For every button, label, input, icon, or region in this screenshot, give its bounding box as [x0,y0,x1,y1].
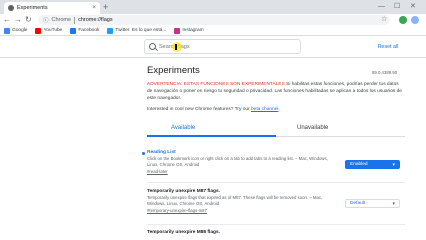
chevron-down-icon: ▾ [392,200,395,207]
bookmark-facebook[interactable]: Facebook [70,27,100,34]
back-button[interactable]: ← [3,15,11,25]
search-box[interactable] [144,39,301,54]
beta-promo: Interested in cool new Chrome features? … [147,107,280,112]
bookmark-label: Google [12,28,28,33]
page-title: Experiments [147,65,200,76]
tab-title: Experiments [17,5,48,11]
flag-divider [147,224,405,225]
flag-state-select[interactable]: Default ▾ [345,199,400,208]
beta-promo-end: . [278,107,280,112]
flag-item: Temporarily unexpire M88 flags. [147,230,405,235]
warning-text: ADVERTENCIA: ESTAS FUNCIONES SON EXPERIM… [147,81,405,102]
flag-state-value: Default [350,201,366,206]
youtube-icon [35,27,42,34]
tab-available[interactable]: Available [171,125,195,131]
flag-item: Reading List Click on the Bookmark icon … [142,150,405,174]
flag-name: Temporarily unexpire M87 flags. [147,189,220,194]
address-separator [74,16,76,24]
flag-name: Reading List [147,150,176,155]
mouse-highlight [172,42,182,52]
search-icon [149,43,156,50]
reset-all-button[interactable]: Reset all [374,42,402,52]
beta-promo-text: Interested in cool new Chrome features? … [147,107,251,112]
flag-item: Temporarily unexpire M87 flags. Temporar… [147,189,405,213]
bookmark-label: YouTube [43,28,63,33]
flag-anchor-link[interactable]: #read-later [147,169,405,174]
flag-anchor-link[interactable]: #temporary-unexpire-flags-m87 [147,208,405,213]
browser-tab[interactable]: Experiments × [4,2,100,14]
tab-close-button[interactable]: × [92,5,96,11]
instagram-icon [174,27,181,34]
bookmark-youtube[interactable]: YouTube [35,27,63,34]
warning-heading: ADVERTENCIA: ESTAS FUNCIONES SON EXPERIM… [147,82,285,87]
maximize-button[interactable]: ☐ [394,2,400,12]
bookmark-label: Facebook [78,28,100,33]
flag-state-value: Enabled [350,162,368,167]
extension-icon[interactable] [399,16,407,24]
flag-description: Click on the Bookmark icon or right clic… [147,156,328,167]
bookmark-star-icon[interactable]: ☆ [381,15,387,25]
profile-avatar[interactable] [411,16,419,24]
active-tab-indicator [147,135,276,137]
beta-channel-link[interactable]: beta channel [251,107,278,112]
bookmark-label: Twitter. Es lo que está... [115,28,167,33]
bookmark-google[interactable]: Google [4,27,28,34]
facebook-icon [70,27,77,34]
address-bar[interactable]: ⓘ Chrome chrome://flags [38,15,390,25]
enabled-dot-icon [142,152,145,155]
flags-tabs: Available Unavailable [147,122,405,137]
close-window-button[interactable]: ✕ [410,2,416,12]
flags-header: Reset all [0,36,426,58]
bookmark-instagram[interactable]: Instagram [174,27,204,34]
chrome-info-icon: ⓘ [43,18,49,24]
chevron-down-icon: ▾ [392,161,395,168]
text-cursor-icon [175,44,177,50]
flag-description: Temporarily unexpire flags that expired … [147,195,323,206]
flag-divider [147,182,405,183]
bookmarks-bar: Google YouTube Facebook Twitter. Es lo q… [0,26,426,36]
address-url[interactable]: chrome://flags [78,17,113,23]
new-tab-button[interactable]: + [103,2,108,12]
google-icon [4,27,10,34]
tab-unavailable[interactable]: Unavailable [297,125,328,131]
bookmark-label: Instagram [182,28,204,33]
browser-toolbar: ← → ↻ ⓘ Chrome chrome://flags ☆ [0,14,426,26]
reload-button[interactable]: ↻ [25,15,32,25]
version-label: 89.0.4389.90 [372,70,398,75]
minimize-button[interactable]: — [378,2,385,12]
title-bar: Experiments × + — ☐ ✕ [0,0,426,14]
flask-icon [8,5,14,11]
bookmark-twitter[interactable]: Twitter. Es lo que está... [107,27,167,34]
forward-button[interactable]: → [14,15,22,25]
flag-name: Temporarily unexpire M88 flags. [147,230,220,235]
address-chip: Chrome [51,17,72,23]
flag-state-select[interactable]: Enabled ▾ [345,160,400,169]
twitter-icon [107,27,114,34]
